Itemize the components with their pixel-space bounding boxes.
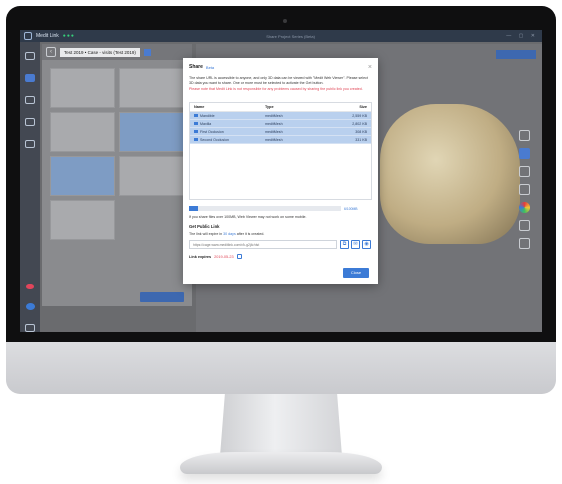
table-row[interactable]: First Occlusion meditMesh 308 KB <box>190 128 371 136</box>
expires-row: Link expires 2019-05-23 <box>189 254 242 259</box>
color-map-icon[interactable] <box>518 202 530 213</box>
notification-icon[interactable] <box>26 283 34 290</box>
dialog-warning: Please note that Medit Link is not respo… <box>189 87 363 91</box>
app-logo-icon <box>24 32 32 40</box>
size-note: If you share files over 100MB, Web Viewe… <box>189 215 307 219</box>
row-size: 308 KB <box>355 129 367 134</box>
column-size: Size <box>359 105 367 109</box>
help-icon[interactable] <box>25 303 35 311</box>
dialog-description: The share URL is accessible to anyone, a… <box>189 76 368 85</box>
row-name: First Occlusion <box>200 129 224 134</box>
close-icon[interactable]: × <box>368 64 372 71</box>
monitor-stand-foot <box>180 452 382 474</box>
mesh-file-icon <box>194 114 198 117</box>
thumbnail-grid <box>50 68 184 240</box>
measure-icon[interactable] <box>518 220 530 231</box>
row-size: 2,802 KB <box>352 121 367 126</box>
monitor-stand-neck <box>220 394 342 456</box>
zoom-out-icon[interactable] <box>518 184 530 195</box>
row-type: meditMesh <box>265 129 283 134</box>
thumbnail[interactable] <box>119 68 184 108</box>
window-title: Share Project Series (Beta) <box>266 33 315 39</box>
back-button[interactable]: ‹ <box>46 47 56 57</box>
viewer-top-button[interactable] <box>496 50 536 59</box>
column-name: Name <box>194 105 205 109</box>
viewer-toolbar <box>514 130 534 249</box>
table-row[interactable]: Mandible meditMesh 2,559 KB <box>190 112 371 120</box>
expires-label: Link expires <box>189 254 212 259</box>
size-progress: 6/100MB <box>189 205 372 212</box>
status-dots: ●●● <box>62 33 75 39</box>
window-controls[interactable]: — ▢ ✕ <box>506 33 538 39</box>
panel-action-button[interactable] <box>140 292 184 302</box>
email-icon[interactable]: ✉ <box>351 240 360 249</box>
row-name: Maxilla <box>200 121 212 126</box>
beta-badge: Beta <box>205 64 215 70</box>
thumbnail[interactable] <box>50 200 115 240</box>
calendar-icon[interactable] <box>236 254 242 259</box>
row-type: meditMesh <box>265 113 283 118</box>
fit-icon[interactable] <box>518 130 530 141</box>
patient-icon[interactable] <box>25 95 35 104</box>
dialog-header: Share Beta × <box>189 63 372 71</box>
expire-days: 30 days <box>223 232 236 236</box>
left-rail <box>20 42 40 332</box>
table-header: Name Type Size <box>190 103 371 112</box>
public-link-heading: Get Public Link <box>189 224 220 229</box>
expires-date: 2019-05-23 <box>214 254 234 259</box>
edit-icon[interactable] <box>143 48 151 56</box>
case-header: ‹ Test 2019 • Case - visits (Test 2019) <box>42 44 192 60</box>
progress-text: 6/100MB <box>344 206 358 211</box>
row-type: meditMesh <box>265 137 283 142</box>
row-name: Second Occlusion <box>200 137 229 142</box>
row-type: meditMesh <box>265 121 283 126</box>
thumbnail[interactable] <box>50 68 115 108</box>
screen: Medit Link ●●● Share Project Series (Bet… <box>20 30 542 332</box>
view-mode-icon[interactable] <box>518 148 530 159</box>
column-type: Type <box>265 105 274 109</box>
calendar-icon[interactable] <box>25 139 35 148</box>
row-size: 331 KB <box>355 137 367 142</box>
camera-dot <box>283 19 287 23</box>
thumbnail[interactable] <box>50 112 115 152</box>
mesh-file-icon <box>194 130 198 133</box>
settings-icon[interactable] <box>25 324 35 332</box>
public-url-field[interactable] <box>189 240 337 249</box>
inbox-icon[interactable] <box>25 117 35 126</box>
case-icon[interactable] <box>25 73 35 82</box>
thumbnail[interactable] <box>119 156 184 196</box>
case-name: Test 2019 • Case - visits (Test 2019) <box>60 47 140 57</box>
view-icon[interactable]: ◉ <box>362 240 371 249</box>
dialog-title: Share <box>189 64 203 70</box>
monitor-chin <box>6 342 556 394</box>
row-size: 2,559 KB <box>352 113 367 118</box>
expire-note: The link will expire in 30 days after it… <box>189 232 265 236</box>
layers-icon[interactable] <box>518 238 530 249</box>
progress-bar <box>189 206 341 211</box>
copy-icon[interactable]: ⧉ <box>340 240 349 249</box>
row-name: Mandible <box>200 113 215 118</box>
zoom-in-icon[interactable] <box>518 166 530 177</box>
case-panel: ‹ Test 2019 • Case - visits (Test 2019) <box>42 44 192 306</box>
table-row[interactable]: Second Occlusion meditMesh 331 KB <box>190 136 371 144</box>
app-titlebar: Medit Link ●●● Share Project Series (Bet… <box>20 30 542 42</box>
close-button[interactable]: Close <box>343 268 369 278</box>
share-dialog: Share Beta × The share URL is accessible… <box>183 58 378 284</box>
thumbnail[interactable] <box>50 156 115 196</box>
progress-fill <box>189 206 199 211</box>
mesh-file-icon <box>194 138 198 141</box>
monitor-mockup: Medit Link ●●● Share Project Series (Bet… <box>0 0 562 484</box>
home-icon[interactable] <box>25 52 35 60</box>
app-name: Medit Link <box>36 33 59 39</box>
thumbnail[interactable] <box>119 112 184 152</box>
dental-model <box>380 104 520 244</box>
mesh-file-icon <box>194 122 198 125</box>
file-table: Name Type Size Mandible meditMesh 2,559 … <box>189 102 372 200</box>
table-row[interactable]: Maxilla meditMesh 2,802 KB <box>190 120 371 128</box>
